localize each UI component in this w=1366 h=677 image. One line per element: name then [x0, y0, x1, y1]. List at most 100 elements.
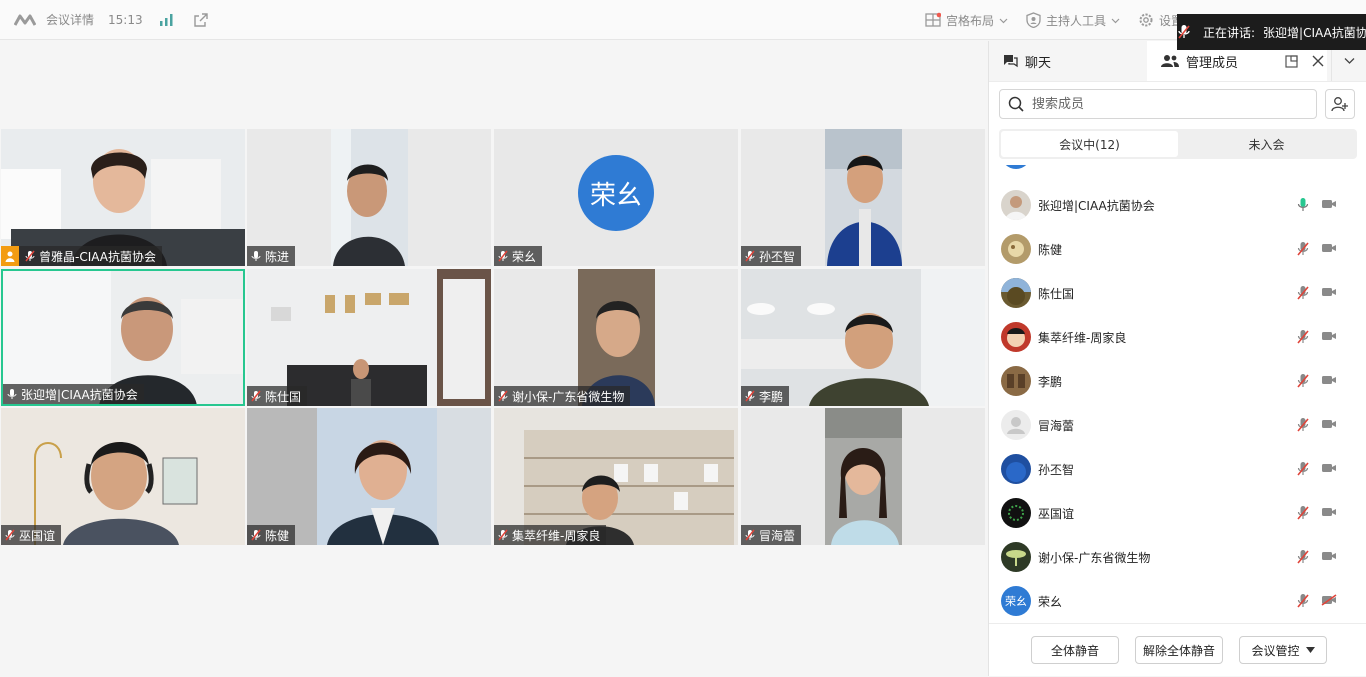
invite-member-button[interactable]: [1325, 89, 1355, 119]
list-item[interactable]: 陈仕国: [989, 271, 1366, 315]
camera-icon[interactable]: [1321, 418, 1337, 430]
tile-name: 李鹏: [759, 389, 784, 404]
grid-layout-button[interactable]: 宫格布局: [925, 12, 1008, 29]
meeting-details-link[interactable]: 会议详情: [46, 11, 94, 28]
unmute-all-button[interactable]: 解除全体静音: [1135, 636, 1223, 664]
mic-active-icon[interactable]: [1297, 197, 1309, 213]
search-input[interactable]: [1030, 95, 1304, 113]
grid-layout-label: 宫格布局: [946, 13, 995, 28]
speaking-name: 张迎增|CIAA抗菌协会: [1263, 25, 1366, 40]
camera-icon[interactable]: [1321, 198, 1337, 210]
panel-footer: 全体静音 解除全体静音 会议管控: [989, 623, 1366, 677]
tile-name: 冒海蕾: [759, 528, 796, 543]
chat-icon: [1004, 55, 1018, 68]
mic-muted-icon: [745, 390, 755, 402]
video-tile[interactable]: 集萃纤维-周家良: [494, 408, 738, 545]
tile-name: 曾雅晶-CIAA抗菌协会: [39, 249, 157, 264]
member-name: 荣幺: [1038, 594, 1063, 609]
camera-icon[interactable]: [1321, 330, 1337, 342]
member-name: 冒海蕾: [1038, 418, 1075, 433]
signal-icon[interactable]: [159, 13, 175, 27]
tile-name: 谢小保-广东省微生物: [512, 389, 625, 404]
tile-name: 巫国谊: [19, 528, 56, 543]
tile-name: 陈健: [265, 528, 290, 543]
mute-all-label: 全体静音: [1050, 643, 1099, 658]
tile-label: 集萃纤维-周家良: [494, 525, 607, 545]
camera-icon[interactable]: [1321, 550, 1337, 562]
member-name: 陈仕国: [1038, 286, 1075, 301]
mic-muted-icon[interactable]: [1297, 549, 1309, 565]
tile-label: 陈健: [247, 525, 296, 545]
video-grid: 曾雅晶-CIAA抗菌协会 陈进 荣幺 荣幺 孙丕智 张迎增|CIAA抗菌协会 陈…: [0, 41, 988, 676]
tab-chat-label: 聊天: [1025, 55, 1052, 71]
camera-icon[interactable]: [1321, 506, 1337, 518]
list-item[interactable]: 巫国谊: [989, 491, 1366, 535]
video-tile[interactable]: 荣幺 荣幺: [494, 129, 738, 266]
video-tile[interactable]: 陈进: [247, 129, 491, 266]
avatar: [1001, 322, 1031, 352]
mic-muted-icon[interactable]: [1297, 417, 1309, 433]
tile-label: 曾雅晶-CIAA抗菌协会: [1, 246, 163, 266]
share-out-icon[interactable]: [193, 12, 209, 28]
avatar: 荣幺: [578, 155, 654, 231]
mute-all-button[interactable]: 全体静音: [1031, 636, 1119, 664]
list-item[interactable]: 谢小保-广东省微生物: [989, 535, 1366, 579]
list-item[interactable]: 荣幺 荣幺: [989, 579, 1366, 623]
video-tile[interactable]: 李鹏: [741, 269, 985, 406]
meeting-control-button[interactable]: 会议管控: [1239, 636, 1327, 664]
video-tile-active-speaker[interactable]: 张迎增|CIAA抗菌协会: [1, 269, 245, 406]
avatar: [1001, 410, 1031, 440]
tab-members-label: 管理成员: [1186, 55, 1239, 71]
list-item[interactable]: 冒海蕾: [989, 403, 1366, 447]
video-tile[interactable]: 谢小保-广东省微生物: [494, 269, 738, 406]
tile-name: 陈进: [265, 249, 290, 264]
avatar: 荣幺: [1001, 586, 1031, 616]
camera-off-icon[interactable]: [1321, 594, 1337, 606]
mic-muted-icon[interactable]: [1297, 461, 1309, 477]
video-tile[interactable]: 曾雅晶-CIAA抗菌协会: [1, 129, 245, 266]
close-icon[interactable]: [1312, 55, 1324, 67]
list-item[interactable]: 张迎增|CIAA抗菌协会: [989, 183, 1366, 227]
video-tile[interactable]: 巫国谊: [1, 408, 245, 545]
members-panel: 聊天 管理成员 搜索成员 会议中(12) 未入会 张迎增|CIAA抗菌协会 陈健…: [988, 41, 1366, 676]
microphone-speaking-icon: [1178, 25, 1190, 39]
top-bar: 会议详情 15:13 宫格布局 主持人工具 设置: [0, 0, 1366, 40]
grid-layout-icon: [925, 12, 941, 27]
camera-icon[interactable]: [1321, 374, 1337, 386]
caret-down-icon: [1305, 647, 1315, 653]
chevron-down-icon: [1344, 58, 1354, 64]
tile-name: 张迎增|CIAA抗菌协会: [21, 387, 138, 402]
tile-label: 陈进: [247, 246, 296, 266]
list-item[interactable]: 李鹏: [989, 359, 1366, 403]
search-box[interactable]: [999, 89, 1317, 119]
tile-label: 孙丕智: [741, 246, 802, 266]
mic-muted-icon[interactable]: [1297, 329, 1309, 345]
mic-muted-icon: [5, 529, 15, 541]
shield-user-icon: [1026, 12, 1041, 28]
video-tile[interactable]: 冒海蕾: [741, 408, 985, 545]
member-name: 巫国谊: [1038, 506, 1075, 521]
camera-icon[interactable]: [1321, 242, 1337, 254]
mic-muted-icon[interactable]: [1297, 285, 1309, 301]
mic-muted-icon: [498, 250, 508, 262]
tab-in-meeting[interactable]: 会议中(12): [1001, 131, 1178, 157]
tab-chat[interactable]: 聊天: [989, 41, 1147, 81]
list-item[interactable]: 孙丕智: [989, 447, 1366, 491]
add-user-icon: [1331, 97, 1348, 112]
list-item[interactable]: 集萃纤维-周家良: [989, 315, 1366, 359]
mic-muted-icon[interactable]: [1297, 373, 1309, 389]
mic-muted-icon[interactable]: [1297, 505, 1309, 521]
camera-icon[interactable]: [1321, 286, 1337, 298]
list-item[interactable]: 陈健: [989, 227, 1366, 271]
mic-muted-icon[interactable]: [1297, 593, 1309, 609]
camera-icon[interactable]: [1321, 462, 1337, 474]
tab-not-joined[interactable]: 未入会: [1178, 131, 1355, 157]
video-tile[interactable]: 陈仕国: [247, 269, 491, 406]
popout-icon[interactable]: [1285, 54, 1298, 68]
mic-muted-icon[interactable]: [1297, 241, 1309, 257]
video-tile[interactable]: 陈健: [247, 408, 491, 545]
member-name: 陈健: [1038, 242, 1063, 257]
video-tile[interactable]: 孙丕智: [741, 129, 985, 266]
host-tools-button[interactable]: 主持人工具: [1026, 12, 1120, 29]
tile-label: 李鹏: [741, 386, 790, 406]
